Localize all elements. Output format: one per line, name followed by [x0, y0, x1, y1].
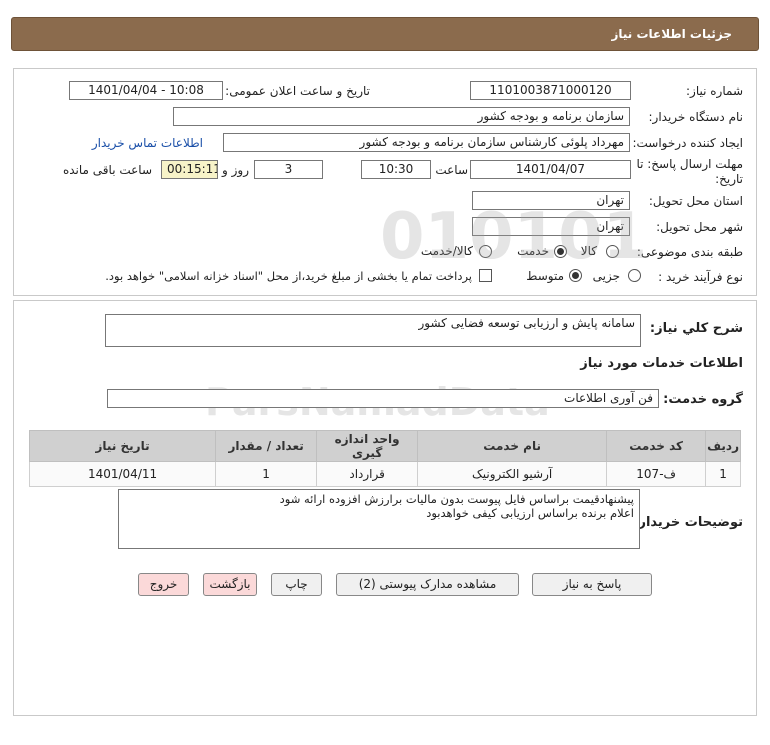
deadline-time-field: 10:30 — [361, 160, 431, 179]
col-need-date: تاریخ نیاز — [28, 430, 217, 462]
cell-service-name: آرشیو الکترونیک — [417, 461, 608, 487]
need-info-panel — [13, 68, 757, 296]
process-label: نوع فرآیند خرید : — [658, 270, 743, 284]
general-desc-label: شرح کلي نياز: — [649, 321, 743, 336]
buyer-org-label: نام دستگاه خریدار: — [648, 110, 744, 124]
deadline-label-date: تاریخ: — [715, 172, 743, 186]
payment-note: پرداخت تمام یا بخشی از مبلغ خرید،از محل … — [105, 269, 472, 283]
buyer-notes-box: پیشنهادقیمت براساس فایل پیوست بدون مالیا… — [118, 489, 640, 549]
exit-button[interactable]: خروج — [138, 573, 189, 596]
category-goods-label: کالا — [580, 244, 597, 258]
buyer-org-field: سازمان برنامه و بودجه کشور — [173, 107, 630, 126]
cell-unit: قرارداد — [316, 461, 419, 487]
view-attachments-button[interactable]: مشاهده مدارک پیوستی (2) — [336, 573, 519, 596]
buyer-notes-line-1: پیشنهادقیمت براساس فایل پیوست بدون مالیا… — [279, 492, 634, 506]
page-header: جزئیات اطلاعات نیاز — [11, 17, 759, 51]
buyer-notes-line-2: اعلام برنده براساس ارزیابی کیفی خواهدبود — [426, 506, 634, 520]
deadline-date-field: 1401/04/07 — [470, 160, 631, 179]
treasury-bond-checkbox[interactable] — [479, 269, 492, 282]
page-title: جزئیات اطلاعات نیاز — [611, 27, 732, 41]
service-group-field: فن آوری اطلاعات — [107, 389, 659, 408]
province-field: تهران — [472, 191, 630, 210]
col-unit: واحد اندازه گیری — [316, 430, 419, 462]
process-medium-label: متوسط — [526, 269, 564, 283]
cell-quantity: 1 — [215, 461, 318, 487]
announce-field: 1401/04/04 - 10:08 — [69, 81, 223, 100]
col-service-name: نام خدمت — [417, 430, 608, 462]
services-table: ردیف کد خدمت نام خدمت واحد اندازه گیری ت… — [28, 430, 741, 487]
remaining-time-label: ساعت باقی مانده — [62, 163, 152, 177]
category-goods-service-radio[interactable] — [479, 245, 492, 258]
announce-label: تاریخ و ساعت اعلان عمومی: — [225, 84, 370, 98]
deadline-time-label: ساعت — [435, 163, 468, 177]
need-number-label: شماره نیاز: — [686, 84, 743, 98]
table-row: 1 ف-107 آرشیو الکترونیک قرارداد 1 1401/0… — [28, 461, 741, 487]
process-medium-radio[interactable] — [569, 269, 582, 282]
reply-button[interactable]: پاسخ به نیاز — [532, 573, 652, 596]
cell-service-code: ف-107 — [606, 461, 707, 487]
cell-need-date: 1401/04/11 — [28, 461, 217, 487]
cell-row: 1 — [705, 461, 741, 487]
days-label: روز و — [222, 163, 249, 177]
category-service-radio[interactable] — [554, 245, 567, 258]
service-group-label: گروه خدمت: — [663, 392, 743, 407]
category-goods-radio[interactable] — [606, 245, 619, 258]
category-goods-service-label: کالا/خدمت — [420, 244, 473, 258]
process-small-label: جزیی — [592, 269, 620, 283]
remaining-time-field: 00:15:11 — [161, 160, 218, 179]
requester-label: ایجاد کننده درخواست: — [632, 136, 743, 150]
deadline-label: مهلت ارسال پاسخ: تا — [636, 157, 743, 171]
buyer-contact-link[interactable]: اطلاعات تماس خریدار — [92, 136, 203, 150]
city-label: شهر محل تحویل: — [656, 220, 743, 234]
category-service-label: خدمت — [517, 244, 549, 258]
process-small-radio[interactable] — [628, 269, 641, 282]
back-button[interactable]: بازگشت — [203, 573, 257, 596]
city-field: تهران — [472, 217, 630, 236]
need-number-field: 1101003871000120 — [470, 81, 631, 100]
province-label: استان محل تحویل: — [648, 194, 743, 208]
col-row: ردیف — [705, 430, 741, 462]
days-remaining-field: 3 — [254, 160, 323, 179]
category-label: طبقه بندی موضوعی: — [636, 245, 743, 259]
col-service-code: کد خدمت — [606, 430, 707, 462]
table-header-row: ردیف کد خدمت نام خدمت واحد اندازه گیری ت… — [28, 430, 741, 462]
col-quantity: تعداد / مقدار — [215, 430, 318, 462]
buyer-notes-label: توضیحات خریدار: — [633, 515, 743, 530]
print-button[interactable]: چاپ — [271, 573, 322, 596]
services-heading: اطلاعات خدمات مورد نیاز — [580, 356, 743, 371]
requester-field: مهرداد پلوئی کارشناس سازمان برنامه و بود… — [223, 133, 630, 152]
general-desc-field: سامانه پایش و ارزیابی توسعه فضایی کشور — [105, 314, 641, 347]
